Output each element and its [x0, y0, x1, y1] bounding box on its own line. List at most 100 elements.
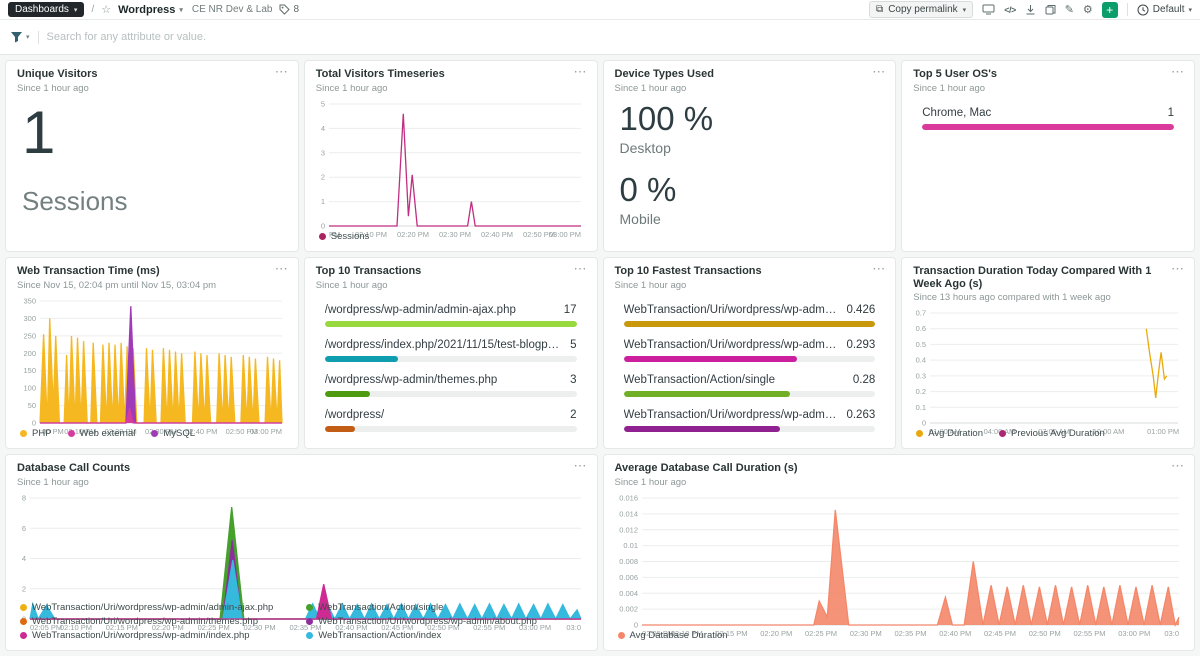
bar-item-value: 1 — [1168, 107, 1174, 119]
legend-item[interactable]: Previous Avg Duration — [999, 428, 1105, 439]
card-header: Web Transaction Time (ms) Since Nov 15, … — [6, 258, 298, 294]
tag-icon — [279, 4, 290, 15]
search-input[interactable] — [47, 31, 1190, 43]
view-code-button[interactable]: </> — [1004, 5, 1016, 15]
legend-item[interactable]: WebTransaction/Uri/wordpress/wp-admin/in… — [20, 630, 296, 641]
bar-list-row[interactable]: /wordpress/wp-admin/themes.php3 — [325, 374, 577, 397]
avg-database-duration-chart[interactable]: 00.0020.0040.0060.0080.010.0120.0140.016… — [612, 493, 1187, 627]
billboard-label: Sessions — [22, 186, 282, 217]
card-options-icon[interactable]: ⋯ — [1171, 458, 1185, 474]
copy-permalink-button[interactable]: ⧉ Copy permalink ▾ — [869, 1, 973, 18]
legend-item[interactable]: WebTransaction/Uri/wordpress/wp-admin/ad… — [20, 602, 296, 613]
favorite-star-icon[interactable]: ☆ — [101, 3, 111, 16]
bar-track — [325, 321, 577, 327]
bar-list-row[interactable]: WebTransaction/Uri/wordpress/wp-admin/in… — [624, 339, 876, 362]
svg-text:0.4: 0.4 — [916, 356, 926, 365]
card-title: Top 10 Transactions — [316, 265, 586, 278]
legend-item[interactable]: WebTransaction/Uri/wordpress/wp-admin/th… — [20, 616, 296, 627]
card-subtitle: Since 13 hours ago compared with 1 week … — [913, 292, 1183, 303]
svg-text:1: 1 — [321, 197, 325, 206]
svg-text:300: 300 — [23, 314, 36, 323]
card-options-icon[interactable]: ⋯ — [574, 64, 588, 80]
legend-item[interactable]: Avg Database Duration — [618, 630, 728, 641]
database-call-counts-chart[interactable]: 0246802:05 PM02:10 PM02:15 PM02:20 PM02:… — [14, 493, 589, 599]
tv-mode-button[interactable] — [982, 4, 995, 15]
dashboards-menu-button[interactable]: Dashboards ▾ — [8, 2, 84, 17]
sessions-timeseries-chart[interactable]: 012345PM02:10 PM02:20 PM02:30 PM02:40 PM… — [313, 99, 589, 228]
card-options-icon[interactable]: ⋯ — [1171, 261, 1185, 277]
filter-funnel-button[interactable]: ▾ — [10, 31, 30, 43]
card-title: Average Database Call Duration (s) — [615, 462, 1184, 475]
card-options-icon[interactable]: ⋯ — [574, 261, 588, 277]
legend-color-dot — [916, 430, 923, 437]
legend-item[interactable]: WebTransaction/Uri/wordpress/wp-admin/ab… — [306, 616, 582, 627]
bar-list-row[interactable]: /wordpress/wp-admin/admin-ajax.php17 — [325, 304, 577, 327]
chevron-down-icon: ▾ — [74, 6, 78, 14]
permalink-icon: ⧉ — [876, 4, 883, 15]
bar-fill — [325, 391, 370, 397]
card-header: Average Database Call Duration (s) Since… — [604, 455, 1195, 491]
bar-list-row[interactable]: /wordpress/2 — [325, 409, 577, 432]
card-options-icon[interactable]: ⋯ — [275, 261, 289, 277]
bar-track — [624, 391, 876, 397]
bar-list-row[interactable]: Chrome, Mac1 — [922, 107, 1174, 130]
copy-icon — [1045, 4, 1056, 15]
web-transaction-time-chart[interactable]: 050100150200250300350:00 PM02:10 PM02:20… — [14, 296, 290, 425]
bar-list-row[interactable]: /wordpress/index.php/2021/11/15/test-blo… — [325, 339, 577, 362]
bar-item-name: /wordpress/ — [325, 409, 384, 421]
legend-item[interactable]: WebTransaction/Action/index — [306, 630, 582, 641]
edit-button[interactable]: ✎ — [1065, 3, 1074, 16]
download-button[interactable] — [1025, 4, 1036, 15]
chevron-down-icon: ▾ — [1188, 6, 1192, 14]
account-tag: CE NR Dev & Lab — [192, 4, 273, 15]
legend-item[interactable]: Web external — [68, 428, 136, 439]
card-subtitle: Since 1 hour ago — [615, 280, 885, 291]
legend-item[interactable]: Avg Duration — [916, 428, 983, 439]
toolbar-actions: ⧉ Copy permalink ▾ </> ✎ ⚙ — [869, 1, 1192, 18]
card-options-icon[interactable]: ⋯ — [872, 64, 886, 80]
duplicate-button[interactable] — [1045, 4, 1056, 15]
legend-color-dot — [151, 430, 158, 437]
legend-item[interactable]: MySQL — [151, 428, 195, 439]
chevron-down-icon: ▾ — [179, 6, 183, 14]
card-options-icon[interactable]: ⋯ — [275, 64, 289, 80]
card-subtitle: Since Nov 15, 02:04 pm until Nov 15, 03:… — [17, 280, 287, 291]
duration-compare-chart[interactable]: 00.10.20.30.40.50.60.701:00 AM04:00 AM07… — [910, 308, 1186, 425]
bar-fill — [624, 321, 876, 327]
toolbar-divider — [1127, 3, 1128, 16]
legend-color-dot — [20, 430, 27, 437]
svg-text:100: 100 — [23, 383, 36, 392]
chart-legend: WebTransaction/Uri/wordpress/wp-admin/ad… — [14, 599, 589, 646]
add-widget-button[interactable]: + — [1102, 2, 1118, 18]
legend-label: WebTransaction/Uri/wordpress/wp-admin/ad… — [32, 602, 273, 613]
time-picker-button[interactable]: Default ▾ — [1137, 4, 1192, 16]
card-device-types-used: Device Types Used Since 1 hour ago ⋯ 100… — [603, 60, 897, 252]
top-navigation-bar: Dashboards ▾ / ☆ Wordpress ▾ CE NR Dev &… — [0, 0, 1200, 20]
bar-list-row[interactable]: WebTransaction/Action/single0.28 — [624, 374, 876, 397]
card-options-icon[interactable]: ⋯ — [1171, 64, 1185, 80]
bar-item-value: 17 — [564, 304, 577, 316]
settings-button[interactable]: ⚙ — [1083, 3, 1093, 16]
tags-indicator[interactable]: 8 — [279, 4, 299, 15]
bar-list-row[interactable]: WebTransaction/Uri/wordpress/wp-admin/th… — [624, 304, 876, 327]
legend-item[interactable]: PHP — [20, 428, 52, 439]
legend-item[interactable]: WebTransaction/Action/single — [306, 602, 582, 613]
card-title: Total Visitors Timeseries — [316, 68, 586, 81]
legend-color-dot — [306, 604, 313, 611]
card-options-icon[interactable]: ⋯ — [872, 261, 886, 277]
bar-list-row[interactable]: WebTransaction/Uri/wordpress/wp-admin/ab… — [624, 409, 876, 432]
card-top-5-user-os: Top 5 User OS's Since 1 hour ago ⋯ Chrom… — [901, 60, 1195, 252]
svg-text:50: 50 — [28, 401, 36, 410]
bar-item-name: /wordpress/index.php/2021/11/15/test-blo… — [325, 339, 562, 351]
legend-item[interactable]: Sessions — [319, 231, 370, 242]
card-header: Unique Visitors Since 1 hour ago ⋯ — [6, 61, 298, 97]
dashboard-title-button[interactable]: Wordpress ▾ — [118, 4, 183, 16]
time-picker-label: Default — [1153, 4, 1185, 15]
dashboard-grid: Unique Visitors Since 1 hour ago ⋯ 1 Ses… — [0, 55, 1200, 656]
bar-track — [325, 391, 577, 397]
card-header: Database Call Counts Since 1 hour ago ⋯ — [6, 455, 597, 491]
card-options-icon[interactable]: ⋯ — [574, 458, 588, 474]
legend-label: WebTransaction/Uri/wordpress/wp-admin/in… — [32, 630, 250, 641]
card-database-call-counts: Database Call Counts Since 1 hour ago ⋯ … — [5, 454, 598, 651]
bar-fill — [325, 321, 577, 327]
